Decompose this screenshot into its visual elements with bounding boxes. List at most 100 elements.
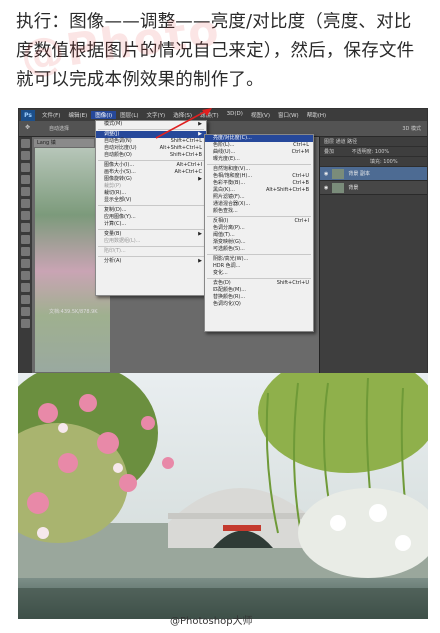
menu-item[interactable]: 应用图像(Y)... (96, 214, 206, 221)
eyedropper-tool[interactable] (21, 199, 30, 208)
menu-item[interactable]: 陷印(T)... (96, 248, 206, 255)
layer-name: 背景 (348, 185, 359, 191)
menu-3[interactable]: 图层(L) (116, 111, 142, 119)
menu-item-label: 通道混合器(X)... (213, 201, 251, 207)
menu-item[interactable]: 反相(I) Ctrl+I (205, 218, 313, 225)
menu-item[interactable]: 颜色查找... (205, 208, 313, 215)
opacity-value[interactable]: 100% (375, 149, 389, 155)
menu-item[interactable]: 色调分离(P)... (205, 225, 313, 232)
menu-item[interactable]: 阈值(T)... (205, 232, 313, 239)
eraser-tool[interactable] (21, 259, 30, 268)
document-tab[interactable]: Lang 镇 (34, 139, 94, 147)
pen-tool[interactable] (21, 307, 30, 316)
menu-item[interactable]: 照片滤镜(F)... (205, 194, 313, 201)
menu-1[interactable]: 编辑(E) (64, 111, 91, 119)
menu-item[interactable]: 显示全部(V) (96, 197, 206, 204)
blend-mode-row[interactable]: 叠加 不透明度: 100% (320, 147, 427, 157)
menu-item-label: HDR 色调... (213, 263, 241, 269)
eye-icon[interactable]: ◉ (324, 171, 328, 177)
move-tool-icon[interactable]: ✥ (25, 124, 30, 131)
menu-item[interactable]: 色相/饱和度(H)... Ctrl+U (205, 173, 313, 180)
menu-item-label: 去色(D) (213, 280, 231, 286)
menu-item[interactable]: 自动对比度(U) Alt+Shift+Ctrl+L (96, 145, 206, 152)
image-menu: 模式(M) ▶ 调整(J) ▶ 自动色调(N) Shift+Ctrl+L 自动对比度(U) A… (95, 120, 207, 296)
type-tool[interactable] (21, 319, 30, 328)
crop-tool[interactable] (21, 187, 30, 196)
history-brush-tool[interactable] (21, 247, 30, 256)
menu-item[interactable]: 渐变映射(G)... (205, 239, 313, 246)
stamp-tool[interactable] (21, 235, 30, 244)
brush-tool[interactable] (21, 223, 30, 232)
status-bar: 文档:439.5K/878.9K (49, 309, 98, 315)
menu-item-label: 计算(C)... (104, 221, 127, 227)
menu-item-shortcut: ▶ (198, 231, 202, 237)
menu-item-label: 阈值(T)... (213, 232, 235, 238)
menu-item[interactable]: 图像大小(I)... Alt+Ctrl+I (96, 162, 206, 169)
menu-item[interactable]: 自动颜色(O) Shift+Ctrl+B (96, 152, 206, 159)
menu-item[interactable]: 去色(D) Shift+Ctrl+U (205, 280, 313, 287)
menu-item-shortcut: Ctrl+M (291, 149, 309, 155)
menu-item[interactable]: 亮度/对比度(C)... (205, 135, 313, 142)
ps-logo: Ps (21, 109, 35, 121)
blur-tool[interactable] (21, 283, 30, 292)
menu-item[interactable]: 色彩平衡(B)... Ctrl+B (205, 180, 313, 187)
menu-item[interactable]: 复制(D)... (96, 207, 206, 214)
fill-value[interactable]: 100% (383, 159, 397, 165)
menu-item[interactable]: 匹配颜色(M)... (205, 287, 313, 294)
menu-item[interactable]: 应用数据组(L)... (96, 238, 206, 245)
menu-item[interactable]: 自然饱和度(V)... (205, 166, 313, 173)
menu-item[interactable]: 通道混合器(X)... (205, 201, 313, 208)
workspace-label[interactable]: 3D 模式 (402, 125, 421, 132)
layer-thumbnail (332, 168, 345, 179)
adjust-submenu: 亮度/对比度(C)... 色阶(L)... Ctrl+L 曲线(U)... Ctrl+M… (204, 134, 314, 332)
auto-select-option[interactable]: 自动选择 (49, 125, 69, 132)
menu-separator (98, 160, 204, 161)
fill-row: 填充: 100% (320, 157, 427, 167)
lasso-tool[interactable] (21, 163, 30, 172)
menu-item[interactable]: 曝光度(E)... (205, 156, 313, 163)
menu-10[interactable]: 帮助(H) (303, 111, 330, 119)
watermark-bottom: @Photoshop大师 (170, 616, 253, 627)
dodge-tool[interactable] (21, 295, 30, 304)
menu-item-label: 应用图像(Y)... (104, 214, 136, 220)
menu-item[interactable]: 变量(B) ▶ (96, 231, 206, 238)
menu-item[interactable]: HDR 色调... (205, 263, 313, 270)
menu-0[interactable]: 文件(F) (38, 111, 64, 119)
menu-item[interactable]: 替换颜色(R)... (205, 294, 313, 301)
menu-item[interactable]: 分析(A) ▶ (96, 258, 206, 265)
menu-item[interactable]: 计算(C)... (96, 221, 206, 228)
menu-item[interactable]: 图像旋转(G) ▶ (96, 176, 206, 183)
menu-item[interactable]: 可选颜色(S)... (205, 246, 313, 253)
menu-item[interactable]: 阴影/高光(W)... (205, 256, 313, 263)
menu-item[interactable]: 裁切(R)... (96, 190, 206, 197)
menu-8[interactable]: 视图(V) (247, 111, 274, 119)
menu-item[interactable]: 色调均化(Q) (205, 301, 313, 308)
menu-item-label: 黑白(K)... (213, 187, 235, 193)
result-photo (18, 373, 428, 619)
menu-separator (98, 205, 204, 206)
menu-item[interactable]: 曲线(U)... Ctrl+M (205, 149, 313, 156)
menu-item-shortcut: Ctrl+L (293, 142, 309, 148)
menu-9[interactable]: 窗口(W) (274, 111, 303, 119)
menu-separator (207, 254, 311, 255)
eye-icon[interactable]: ◉ (324, 185, 328, 191)
menu-7[interactable]: 3D(D) (223, 111, 247, 119)
panel-tabs[interactable]: 图层 通道 路径 (320, 137, 427, 147)
menu-item[interactable]: 裁剪(P) (96, 183, 206, 190)
move-tool[interactable] (21, 139, 30, 148)
quick-select-tool[interactable] (21, 175, 30, 184)
healing-tool[interactable] (21, 211, 30, 220)
layer-row[interactable]: ◉ 背景 (320, 181, 427, 195)
menu-item[interactable]: 色阶(L)... Ctrl+L (205, 142, 313, 149)
menu-2[interactable]: 图像(I) (91, 111, 117, 119)
menu-item-label: 阴影/高光(W)... (213, 256, 249, 262)
gradient-tool[interactable] (21, 271, 30, 280)
blend-mode-select[interactable]: 叠加 (324, 149, 334, 155)
menu-item[interactable]: 黑白(K)... Alt+Shift+Ctrl+B (205, 187, 313, 194)
marquee-tool[interactable] (21, 151, 30, 160)
menu-item-label: 曝光度(E)... (213, 156, 240, 162)
layer-row[interactable]: ◉ 背景 副本 (320, 167, 427, 181)
menu-item[interactable]: 画布大小(S)... Alt+Ctrl+C (96, 169, 206, 176)
menu-item[interactable]: 变化... (205, 270, 313, 277)
menu-item-shortcut: ▶ (198, 258, 202, 264)
